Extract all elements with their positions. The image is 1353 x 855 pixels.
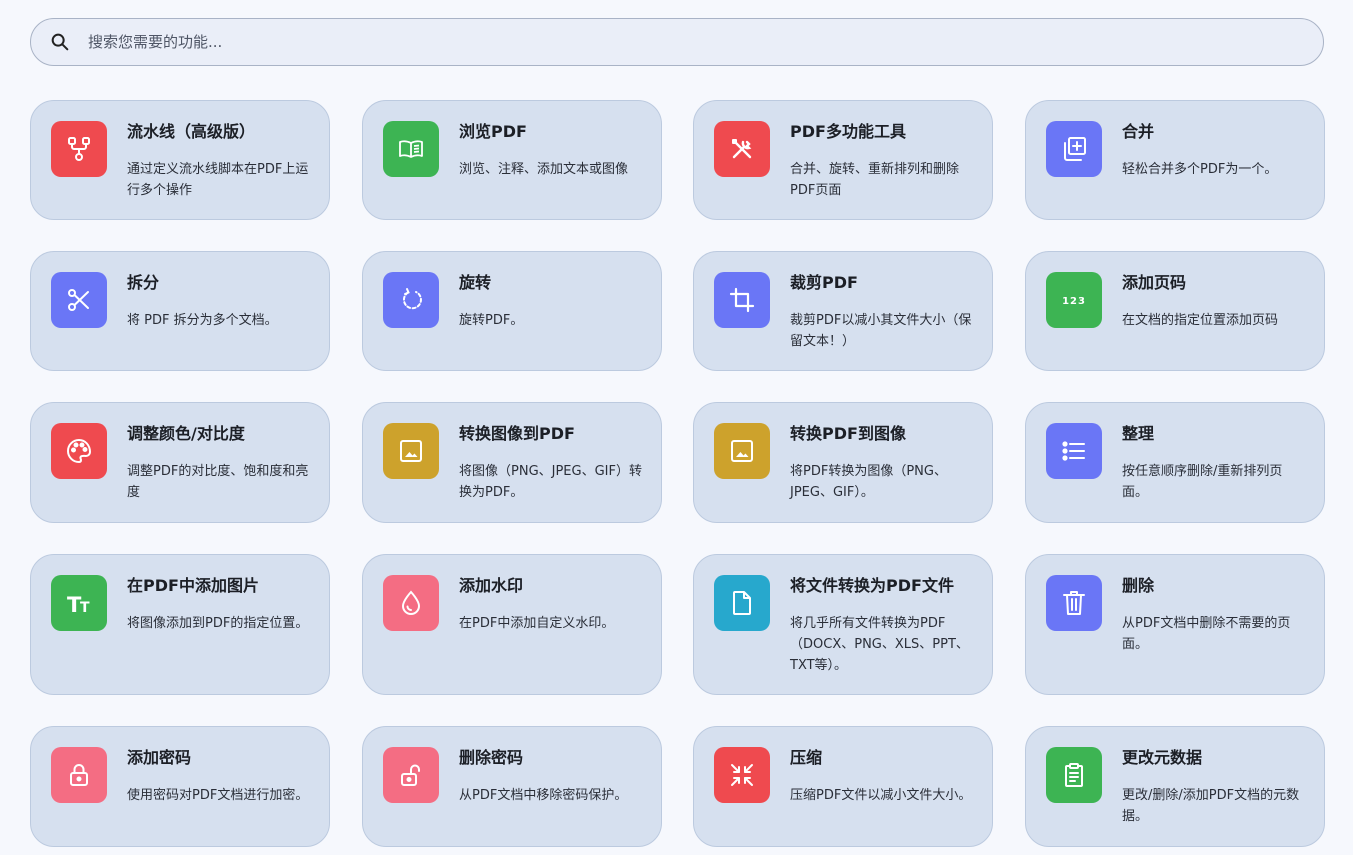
tool-title: 添加页码 [1122, 273, 1187, 292]
file-icon [714, 575, 770, 631]
image-icon [714, 423, 770, 479]
rotate-icon [383, 272, 439, 328]
tool-card-view-pdf[interactable]: 浏览PDF 浏览、注释、添加文本或图像 [362, 100, 662, 220]
tool-card-adjust-colors[interactable]: 调整颜色/对比度 调整PDF的对比度、饱和度和亮度 [30, 402, 330, 523]
tool-description: 更改/删除/添加PDF文档的元数据。 [1122, 788, 1300, 824]
tool-card-pdf-to-image[interactable]: 转换PDF到图像 将PDF转换为图像（PNG、JPEG、GIF）。 [693, 402, 993, 523]
tool-description: 合并、旋转、重新排列和删除PDF页面 [790, 162, 960, 198]
tool-description: 使用密码对PDF文档进行加密。 [127, 788, 309, 803]
tool-title: 更改元数据 [1122, 748, 1203, 767]
tool-card-page-numbers[interactable]: 123 添加页码 在文档的指定位置添加页码 [1025, 251, 1325, 371]
tool-description: 将几乎所有文件转换为PDF（DOCX、PNG、XLS、PPT、TXT等）。 [790, 616, 969, 673]
tool-title: 裁剪PDF [790, 273, 858, 292]
compress-icon [714, 747, 770, 803]
tool-description: 从PDF文档中删除不需要的页面。 [1122, 616, 1291, 652]
tool-card-image-to-pdf[interactable]: 转换图像到PDF 将图像（PNG、JPEG、GIF）转换为PDF。 [362, 402, 662, 523]
scissors-icon [51, 272, 107, 328]
tool-card-rotate[interactable]: 旋转 旋转PDF。 [362, 251, 662, 371]
water-drop-icon [383, 575, 439, 631]
tool-title: 将文件转换为PDF文件 [790, 576, 954, 595]
tool-description: 将图像（PNG、JPEG、GIF）转换为PDF。 [459, 464, 642, 500]
palette-icon [51, 423, 107, 479]
tool-description: 将PDF转换为图像（PNG、JPEG、GIF）。 [790, 464, 947, 500]
tool-card-add-image[interactable]: TT 在PDF中添加图片 将图像添加到PDF的指定位置。 [30, 554, 330, 695]
tool-description: 旋转PDF。 [459, 313, 524, 328]
tool-description: 通过定义流水线脚本在PDF上运行多个操作 [127, 162, 309, 198]
clipboard-icon [1046, 747, 1102, 803]
tool-title: 旋转 [459, 273, 492, 292]
tool-description: 轻松合并多个PDF为一个。 [1122, 162, 1278, 177]
tool-description: 裁剪PDF以减小其文件大小（保留文本！） [790, 313, 972, 349]
pipeline-icon [51, 121, 107, 177]
tool-title: 删除密码 [459, 748, 524, 767]
tool-card-delete[interactable]: 删除 从PDF文档中删除不需要的页面。 [1025, 554, 1325, 695]
search-input[interactable] [86, 32, 1190, 52]
tool-title: 添加水印 [459, 576, 524, 595]
tool-card-split[interactable]: 拆分 将 PDF 拆分为多个文档。 [30, 251, 330, 371]
library-add-icon [1046, 121, 1102, 177]
tool-card-merge[interactable]: 合并 轻松合并多个PDF为一个。 [1025, 100, 1325, 220]
tool-card-file-to-pdf[interactable]: 将文件转换为PDF文件 将几乎所有文件转换为PDF（DOCX、PNG、XLS、P… [693, 554, 993, 695]
tool-card-remove-password[interactable]: 删除密码 从PDF文档中移除密码保护。 [362, 726, 662, 847]
text-fields-icon: TT [51, 575, 107, 631]
tool-card-multi-tool[interactable]: PDF多功能工具 合并、旋转、重新排列和删除PDF页面 [693, 100, 993, 220]
tool-card-add-password[interactable]: 添加密码 使用密码对PDF文档进行加密。 [30, 726, 330, 847]
tool-title: 拆分 [127, 273, 160, 292]
tool-description: 压缩PDF文件以减小文件大小。 [790, 788, 972, 803]
tool-title: 流水线（高级版） [127, 122, 256, 141]
tool-description: 从PDF文档中移除密码保护。 [459, 788, 628, 803]
image-icon [383, 423, 439, 479]
tool-description: 在文档的指定位置添加页码 [1122, 313, 1279, 328]
tool-card-crop[interactable]: 裁剪PDF 裁剪PDF以减小其文件大小（保留文本！） [693, 251, 993, 371]
tool-description: 调整PDF的对比度、饱和度和亮度 [127, 464, 309, 500]
tool-card-change-metadata[interactable]: 更改元数据 更改/删除/添加PDF文档的元数据。 [1025, 726, 1325, 847]
tool-card-watermark[interactable]: 添加水印 在PDF中添加自定义水印。 [362, 554, 662, 695]
search-icon [49, 31, 71, 53]
tool-title: 转换图像到PDF [459, 424, 575, 443]
tool-description: 将图像添加到PDF的指定位置。 [127, 616, 309, 631]
tool-title: 整理 [1122, 424, 1155, 443]
svg-text:T: T [80, 600, 90, 616]
tool-title: 浏览PDF [459, 122, 527, 141]
tool-title: 压缩 [790, 748, 823, 767]
trash-icon [1046, 575, 1102, 631]
tools-icon [714, 121, 770, 177]
tool-title: 调整颜色/对比度 [127, 424, 245, 443]
tool-title: 合并 [1122, 122, 1155, 141]
numbers-icon: 123 [1046, 272, 1102, 328]
tool-card-compress[interactable]: 压缩 压缩PDF文件以减小文件大小。 [693, 726, 993, 847]
tool-title: PDF多功能工具 [790, 122, 906, 141]
tool-title: 添加密码 [127, 748, 192, 767]
search-bar[interactable] [30, 18, 1324, 66]
tool-card-organize[interactable]: 整理 按任意顺序删除/重新排列页面。 [1025, 402, 1325, 523]
tool-card-pipeline[interactable]: 流水线（高级版） 通过定义流水线脚本在PDF上运行多个操作 [30, 100, 330, 220]
tool-description: 将 PDF 拆分为多个文档。 [127, 313, 278, 328]
tool-title: 转换PDF到图像 [790, 424, 906, 443]
tool-description: 在PDF中添加自定义水印。 [459, 616, 615, 631]
tool-title: 在PDF中添加图片 [127, 576, 259, 595]
lock-open-icon [383, 747, 439, 803]
tool-title: 删除 [1122, 576, 1155, 595]
lock-icon [51, 747, 107, 803]
list-icon [1046, 423, 1102, 479]
tool-description: 按任意顺序删除/重新排列页面。 [1122, 464, 1283, 500]
tool-description: 浏览、注释、添加文本或图像 [459, 162, 629, 177]
crop-icon [714, 272, 770, 328]
svg-text:123: 123 [1062, 296, 1086, 307]
book-open-icon [383, 121, 439, 177]
